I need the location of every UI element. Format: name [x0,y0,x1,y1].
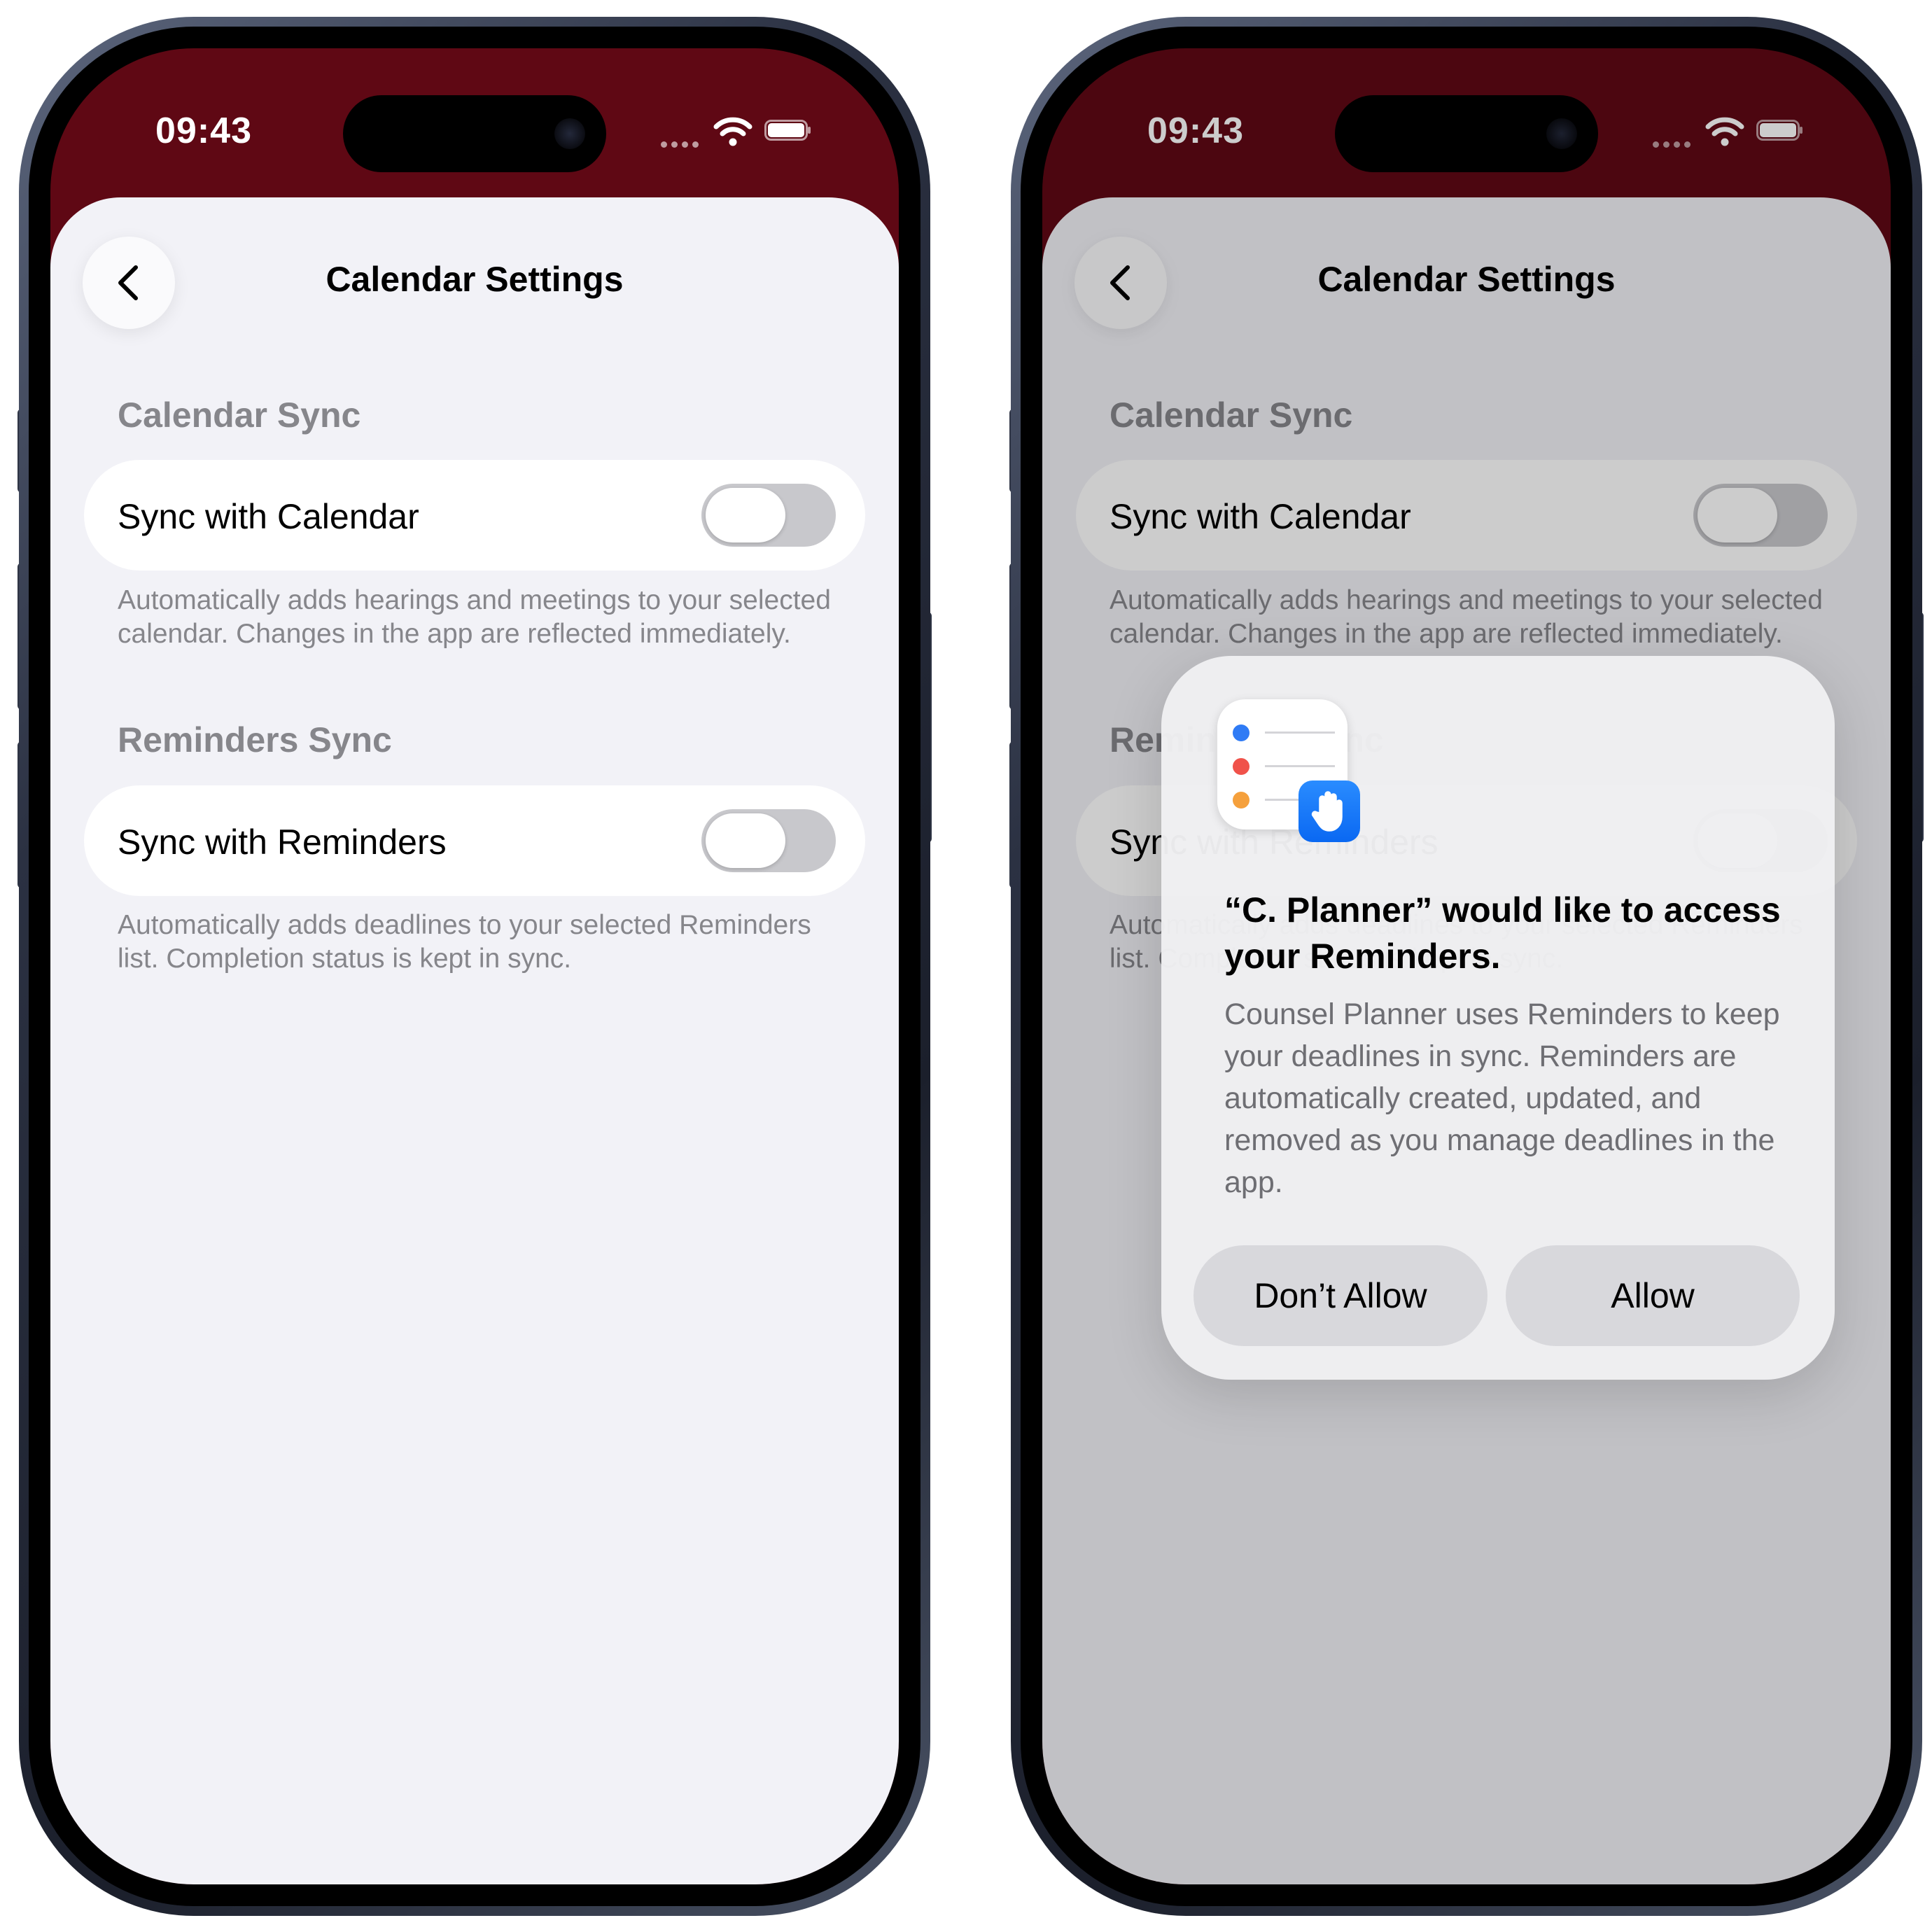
allow-button[interactable]: Allow [1506,1245,1800,1346]
reminders-sync-note: Automatically adds deadlines to your sel… [118,910,811,974]
sync-reminders-row[interactable]: Sync with Reminders [84,785,865,896]
section-header-reminders-sync: Reminders Sync [118,720,392,760]
dynamic-island [343,95,606,172]
screen: 09:43 Calendar Settings Calendar Sync Sy… [1042,48,1891,1884]
alert-message: Counsel Planner uses Reminders to keep y… [1224,997,1780,1199]
status-time: 09:43 [155,111,252,151]
dont-allow-button[interactable]: Don’t Allow [1194,1245,1488,1346]
sync-calendar-row[interactable]: Sync with Calendar [84,460,865,570]
phone-right: 09:43 Calendar Settings Calendar Sync Sy… [1009,17,1924,1916]
permission-alert: “C. Planner” would like to access your R… [1161,656,1835,1380]
page-title: Calendar Settings [326,260,624,299]
sync-reminders-label: Sync with Reminders [118,822,447,862]
section-header-calendar-sync: Calendar Sync [118,396,361,435]
camera-icon [554,118,585,149]
hand-raised-icon [1298,780,1360,842]
toggle-knob [706,813,785,868]
cellular-signal-icon [661,139,703,148]
battery-icon [764,120,811,141]
wifi-icon [713,117,752,146]
sync-calendar-label: Sync with Calendar [118,497,419,536]
alert-title: “C. Planner” would like to access your R… [1224,890,1781,976]
phone-left: 09:43 Calendar Settings Calendar Sync Sy… [18,17,932,1916]
sync-calendar-toggle[interactable] [701,484,836,547]
settings-sheet: Calendar Settings Calendar Sync Sync wit… [50,197,899,1884]
toggle-knob [706,488,785,542]
screen: 09:43 Calendar Settings Calendar Sync Sy… [50,48,899,1884]
calendar-sync-note: Automatically adds hearings and meetings… [118,585,831,649]
sync-reminders-toggle[interactable] [701,809,836,872]
